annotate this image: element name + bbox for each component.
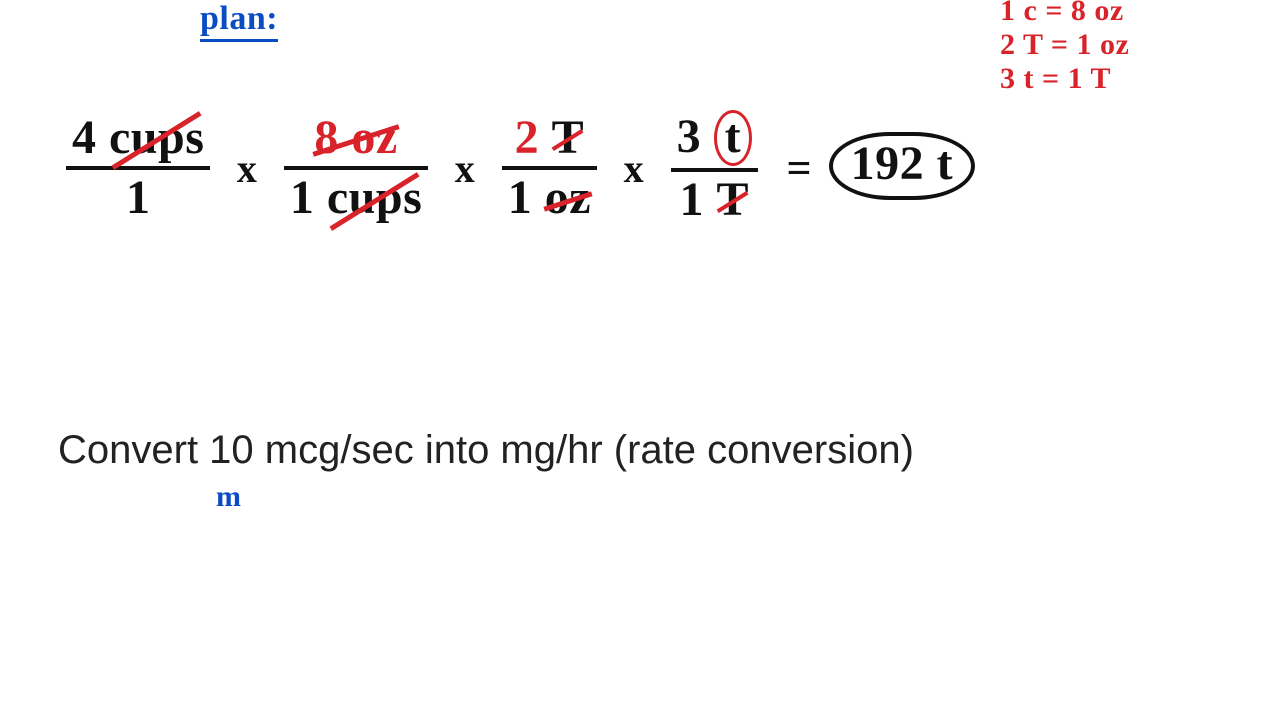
dimensional-analysis-equation: 4 cups 1 x 8 oz 1 cups x 2 T 1 oz x — [60, 110, 1240, 227]
f2-num-val: 8 — [314, 111, 339, 164]
fraction-4: 3 t 1 T — [671, 110, 758, 227]
f2-num-unit: oz — [351, 111, 397, 164]
times-3: x — [616, 145, 653, 192]
f1-num-val: 4 — [72, 111, 97, 164]
f4-num-unit: t — [714, 110, 752, 166]
f3-num-unit: T — [552, 112, 585, 165]
fraction-2: 8 oz 1 cups — [284, 112, 428, 226]
annotation-m: m — [216, 480, 242, 514]
f2-den-unit: cups — [327, 172, 422, 225]
f2-den-val: 1 — [290, 171, 315, 224]
f1-num-unit: cups — [109, 112, 204, 165]
f3-den-unit: oz — [545, 172, 591, 225]
note-line-2: 2 T = 1 oz — [1000, 28, 1129, 62]
times-1: x — [229, 145, 266, 192]
equals-sign: = — [777, 143, 817, 194]
note-line-1: 1 c = 8 oz — [1000, 0, 1129, 28]
fraction-3: 2 T 1 oz — [502, 112, 597, 226]
result: 192 t — [829, 132, 975, 200]
f4-den-val: 1 — [680, 173, 705, 226]
f1-den: 1 — [66, 172, 210, 225]
note-line-3: 3 t = 1 T — [1000, 62, 1129, 96]
plan-label: plan: — [200, 0, 278, 38]
problem-text: Convert 10 mcg/sec into mg/hr (rate conv… — [58, 428, 914, 473]
f3-num-val: 2 — [515, 111, 540, 164]
fraction-1: 4 cups 1 — [66, 112, 210, 226]
f4-den-unit: T — [717, 174, 750, 227]
conversion-notes: 1 c = 8 oz 2 T = 1 oz 3 t = 1 T — [1000, 0, 1129, 96]
f4-num-val: 3 — [677, 110, 702, 163]
f3-den-val: 1 — [508, 171, 533, 224]
times-2: x — [447, 145, 484, 192]
